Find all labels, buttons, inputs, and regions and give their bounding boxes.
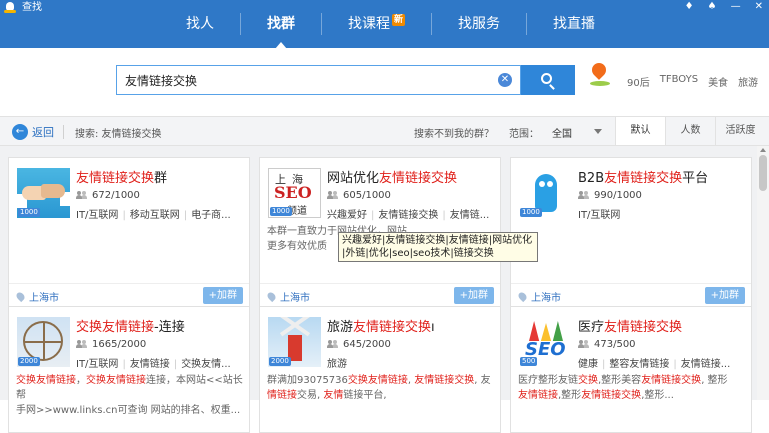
group-description: 群满加93075736交换友情链接, 友情链接交换, 友 情链接交易, 友情链接… bbox=[267, 375, 491, 401]
not-found-link[interactable]: 搜索不到我的群？ bbox=[414, 125, 494, 140]
group-location: 上海市 bbox=[516, 289, 561, 304]
people-icon bbox=[76, 191, 87, 200]
group-title[interactable]: 旅游友情链接交换ı bbox=[327, 316, 435, 335]
results-grid: 1000 友情链接交换群 672/1000 IT/互联网 | 移动互联网 | 电子商..… bbox=[0, 146, 769, 433]
group-title[interactable]: 网站优化友情链接交换 bbox=[327, 167, 457, 186]
capacity-badge: 1000 bbox=[270, 207, 292, 216]
location-icon bbox=[516, 290, 529, 303]
group-location: 上海市 bbox=[265, 289, 310, 304]
hot-tags: 90后 TFBOYS 美食 旅游 bbox=[627, 74, 758, 89]
group-location: 上海市 bbox=[14, 289, 59, 304]
search-summary: 搜索: 友情链接交换 bbox=[75, 129, 162, 140]
people-icon bbox=[327, 340, 338, 349]
close-button[interactable]: ✕ bbox=[755, 0, 763, 14]
group-avatar[interactable]: 2000 bbox=[268, 317, 321, 367]
search-box: ✕ bbox=[116, 65, 521, 95]
group-description: 交换友情链接，交换友情链接连接，本网站<<站长帮 手网>>www.links.c… bbox=[16, 375, 243, 416]
group-title[interactable]: 交换友情链接-连接 bbox=[76, 316, 185, 335]
hot-tag[interactable]: 90后 bbox=[627, 74, 650, 89]
tab-find-courses[interactable]: 找课程新 bbox=[322, 13, 433, 35]
member-count: 473/500 bbox=[578, 339, 636, 350]
join-group-button[interactable]: +加群 bbox=[453, 287, 494, 304]
lock-icon[interactable]: ♠ bbox=[708, 0, 717, 14]
sort-activity[interactable]: 活跃度 bbox=[715, 117, 765, 145]
member-count: 672/1000 bbox=[76, 190, 140, 201]
group-avatar[interactable]: 2000 bbox=[17, 317, 70, 367]
capacity-badge: 1000 bbox=[520, 208, 542, 217]
tab-find-people[interactable]: 找人 bbox=[160, 13, 241, 35]
member-count: 1665/2000 bbox=[76, 339, 146, 350]
location-pin-icon[interactable] bbox=[590, 63, 610, 87]
back-button[interactable]: ← 返回 bbox=[12, 124, 54, 140]
results-scrollbar[interactable] bbox=[757, 146, 769, 400]
group-tags: IT/互联网 bbox=[578, 210, 621, 221]
app-title-text: 查找 bbox=[22, 2, 42, 13]
capacity-badge: 1000 bbox=[18, 208, 40, 217]
hot-tag[interactable]: TFBOYS bbox=[660, 74, 698, 89]
tags-tooltip: 兴趣爱好|友情链接交换|友情链接|网站优化 |外链|优化|seo|seo技术|链… bbox=[338, 232, 538, 262]
group-title[interactable]: 医疗友情链接交换 bbox=[578, 316, 682, 335]
group-tags: 旅游 bbox=[327, 359, 347, 370]
search-button[interactable] bbox=[521, 65, 575, 95]
skin-icon[interactable]: ♦ bbox=[685, 0, 694, 14]
sort-default[interactable]: 默认 bbox=[615, 117, 665, 145]
window-controls: ♦ ♠ — ✕ bbox=[685, 0, 763, 14]
location-icon bbox=[265, 290, 278, 303]
member-count: 645/2000 bbox=[327, 339, 391, 350]
sort-members[interactable]: 人数 bbox=[665, 117, 715, 145]
join-group-button[interactable]: +加群 bbox=[202, 287, 243, 304]
group-card[interactable]: 2000 旅游友情链接交换ı 645/2000 旅游 群满加93075736交换… bbox=[259, 306, 501, 433]
main-nav: 找人 找群 找课程新 找服务 找直播 bbox=[160, 13, 621, 49]
group-avatar[interactable]: SEO 500 bbox=[519, 317, 572, 367]
location-icon bbox=[14, 290, 27, 303]
group-description: 医疗整形友链交换,整形美容友情链接交换, 整形 友情链接,整形友情链接交换,整形… bbox=[518, 375, 728, 401]
chevron-down-icon bbox=[594, 129, 602, 134]
capacity-badge: 2000 bbox=[269, 357, 291, 366]
tab-find-groups[interactable]: 找群 bbox=[241, 13, 322, 49]
minimize-button[interactable]: — bbox=[731, 0, 741, 14]
group-avatar[interactable]: 1000 bbox=[17, 168, 70, 218]
title-nav-bar: 查找 ♦ ♠ — ✕ 找人 找群 找课程新 找服务 找直播 bbox=[0, 0, 769, 49]
sort-tabs: 默认 人数 活跃度 bbox=[615, 117, 765, 145]
tab-find-live[interactable]: 找直播 bbox=[527, 13, 621, 35]
group-title[interactable]: B2B友情链接交换平台 bbox=[578, 167, 708, 186]
search-area: ✕ 90后 TFBOYS 美食 旅游 bbox=[0, 48, 769, 116]
member-count: 605/1000 bbox=[327, 190, 391, 201]
clear-search-icon[interactable]: ✕ bbox=[498, 73, 512, 87]
range-label: 范围： bbox=[509, 129, 539, 140]
hot-tag[interactable]: 美食 bbox=[708, 74, 728, 89]
group-card[interactable]: 2000 交换友情链接-连接 1665/2000 IT/互联网 | 友情链接 | 交换友… bbox=[8, 306, 250, 433]
result-toolbar: ← 返回 搜索: 友情链接交换 搜索不到我的群？ 范围： 全国 默认 人数 活跃… bbox=[0, 116, 769, 146]
search-input[interactable] bbox=[125, 72, 485, 89]
group-tags: IT/互联网 | 友情链接 | 交换友情... bbox=[76, 359, 231, 370]
people-icon bbox=[327, 191, 338, 200]
group-tags: 健康 | 整容友情链接 | 友情链接... bbox=[578, 359, 731, 370]
people-icon bbox=[578, 340, 589, 349]
group-tags: 兴趣爱好 | 友情链接交换 | 友情链... bbox=[327, 210, 490, 221]
group-avatar[interactable]: 上海 SEO 频道 1000 bbox=[268, 168, 321, 218]
capacity-badge: 2000 bbox=[18, 357, 40, 366]
member-count: 990/1000 bbox=[578, 190, 642, 201]
app-title: 查找 bbox=[4, 0, 42, 16]
join-group-button[interactable]: +加群 bbox=[704, 287, 745, 304]
scroll-thumb[interactable] bbox=[759, 155, 767, 191]
divider bbox=[63, 125, 64, 139]
group-card[interactable]: 1000 B2B友情链接交换平台 990/1000 IT/互联网 上海市 +加群 bbox=[510, 157, 752, 308]
group-card[interactable]: 1000 友情链接交换群 672/1000 IT/互联网 | 移动互联网 | 电子商..… bbox=[8, 157, 250, 308]
group-tags: IT/互联网 | 移动互联网 | 电子商... bbox=[76, 210, 231, 221]
group-avatar[interactable]: 1000 bbox=[519, 168, 572, 218]
scroll-up-icon[interactable] bbox=[760, 148, 766, 152]
hot-tag[interactable]: 旅游 bbox=[738, 74, 758, 89]
new-badge: 新 bbox=[392, 14, 406, 26]
qq-logo-icon bbox=[4, 2, 16, 14]
back-arrow-icon: ← bbox=[12, 124, 28, 140]
search-icon bbox=[541, 73, 552, 84]
range-select[interactable]: 全国 bbox=[552, 125, 602, 140]
capacity-badge: 500 bbox=[520, 357, 538, 366]
people-icon bbox=[578, 191, 589, 200]
group-card[interactable]: SEO 500 医疗友情链接交换 473/500 健康 | 整容友情链接 | 友情链接.… bbox=[510, 306, 752, 433]
people-icon bbox=[76, 340, 87, 349]
tab-find-services[interactable]: 找服务 bbox=[432, 13, 528, 35]
group-title[interactable]: 友情链接交换群 bbox=[76, 167, 167, 186]
